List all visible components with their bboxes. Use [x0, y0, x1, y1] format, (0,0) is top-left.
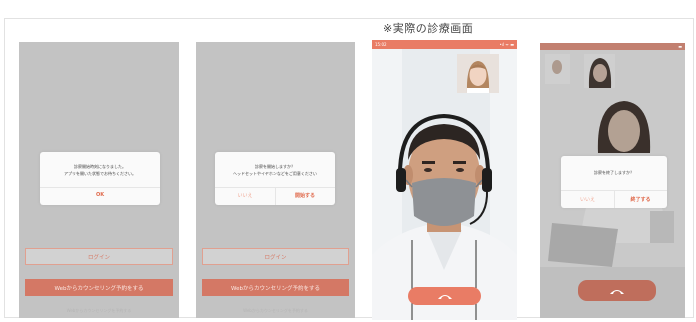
dialog-line-2: アプリを開いた状態でお待ちください。 — [64, 170, 136, 176]
start-button[interactable]: 開始する — [275, 192, 335, 199]
screen-end-confirm: ▬ 診察を終了しますか？ いいえ 終了する — [540, 43, 685, 318]
screen-start-confirm: 診察を開始しますか？ ヘッドセットやイヤホンなどをご用意ください いいえ 開始す… — [196, 42, 355, 318]
status-time: 15:02 — [375, 42, 387, 47]
status-bar: ▬ — [540, 43, 685, 50]
caption-label: ※実際の診療画面 — [383, 22, 474, 35]
screen-video-call: 15:02 •ıl ᯤ ▬ — [372, 40, 517, 320]
no-button[interactable]: いいえ — [215, 192, 275, 199]
screen-appointment-notice: 診察開始時刻になりました。 アプリを開いた状態でお待ちください。 OK ログイン… — [19, 42, 179, 318]
end-button[interactable]: 終了する — [614, 196, 667, 203]
login-button[interactable]: ログイン — [202, 248, 349, 265]
dialog-message: 診察を終了しますか？ — [594, 170, 634, 175]
dialog-actions: いいえ 開始する — [215, 187, 335, 205]
dialog-message: 診察を開始しますか？ ヘッドセットやイヤホンなどをご用意ください — [219, 164, 331, 177]
end-confirm-dialog: 診察を終了しますか？ いいえ 終了する — [561, 156, 667, 208]
login-button[interactable]: ログイン — [25, 248, 173, 265]
status-bar: 15:02 •ıl ᯤ ▬ — [372, 40, 517, 49]
end-call-button[interactable] — [408, 287, 481, 305]
dialog-actions: いいえ 終了する — [561, 190, 667, 208]
start-confirm-dialog: 診察を開始しますか？ ヘッドセットやイヤホンなどをご用意ください いいえ 開始す… — [215, 152, 335, 205]
self-view-thumbnail[interactable] — [457, 54, 499, 93]
footer-link[interactable]: Webからカウンセリングを予約する — [196, 308, 355, 314]
phone-hangup-icon — [437, 295, 452, 299]
status-icons: •ıl ᯤ ▬ — [499, 41, 514, 47]
footer-link[interactable]: Webからカウンセリングを予約する — [19, 308, 179, 314]
no-button[interactable]: いいえ — [561, 196, 614, 203]
web-booking-button[interactable]: Webからカウンセリング予約をする — [202, 279, 349, 296]
appointment-time-dialog: 診察開始時刻になりました。 アプリを開いた状態でお待ちください。 OK — [40, 152, 160, 205]
end-call-button[interactable] — [578, 280, 656, 301]
web-booking-button[interactable]: Webからカウンセリング予約をする — [25, 279, 173, 296]
dialog-message: 診察開始時刻になりました。 アプリを開いた状態でお待ちください。 — [44, 164, 156, 177]
dialog-line-2: ヘッドセットやイヤホンなどをご用意ください — [233, 170, 317, 176]
ok-button[interactable]: OK — [40, 192, 160, 198]
dialog-divider — [40, 187, 160, 188]
phone-hangup-icon — [610, 289, 624, 294]
status-icons: ▬ — [678, 44, 682, 49]
